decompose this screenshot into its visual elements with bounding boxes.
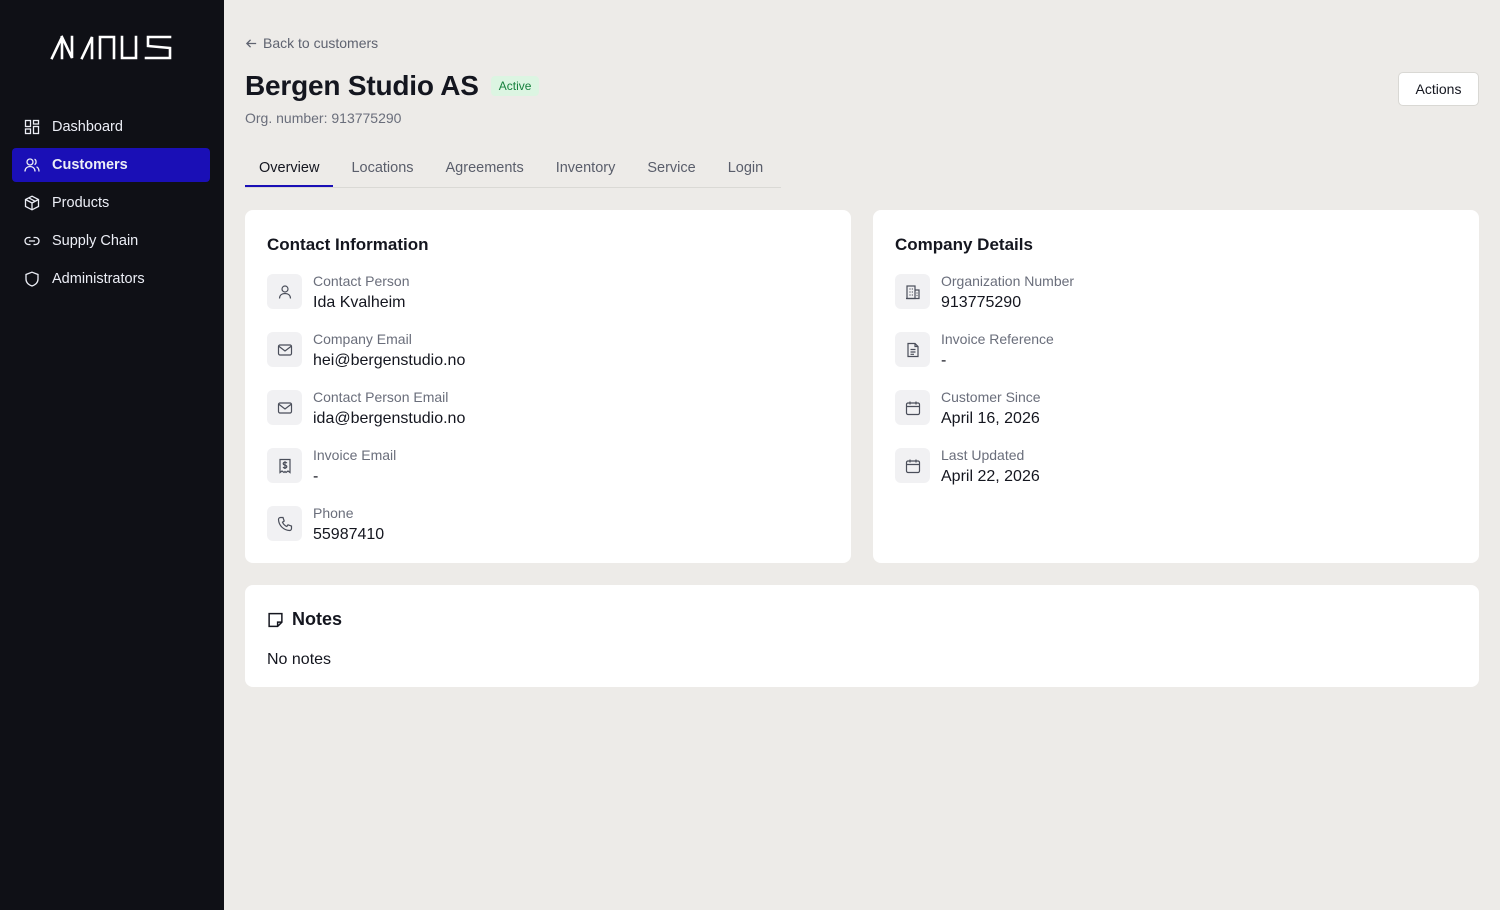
field-label: Invoice Reference <box>941 331 1054 347</box>
sidebar-item-label: Administrators <box>52 271 145 287</box>
phone-field: Phone 55987410 <box>267 504 384 546</box>
sidebar-item-customers[interactable]: Customers <box>12 148 210 182</box>
sidebar-item-administrators[interactable]: Administrators <box>12 262 210 296</box>
sidebar-item-label: Dashboard <box>52 119 123 135</box>
field-label: Customer Since <box>941 389 1041 405</box>
tab-inventory[interactable]: Inventory <box>542 150 630 187</box>
invoice-email-field: Invoice Email - <box>267 446 396 488</box>
invoice-reference-field: Invoice Reference - <box>895 330 1054 372</box>
sidebar-item-label: Supply Chain <box>52 233 139 249</box>
field-value: April 22, 2026 <box>941 468 1040 485</box>
back-label: Back to customers <box>263 35 379 51</box>
link-icon <box>24 233 40 249</box>
field-value: ida@bergenstudio.no <box>313 410 466 427</box>
contact-person-email-field: Contact Person Email ida@bergenstudio.no <box>267 388 465 430</box>
note-icon <box>268 612 283 628</box>
field-label: Organization Number <box>941 273 1075 289</box>
field-label: Company Email <box>313 331 412 347</box>
sidebar-item-dashboard[interactable]: Dashboard <box>12 110 210 144</box>
card-title: Company Details <box>895 235 1033 254</box>
minus-logo[interactable] <box>50 34 174 60</box>
status-badge: Active <box>490 76 540 96</box>
field-value: hei@bergenstudio.no <box>313 352 466 369</box>
field-value: 913775290 <box>941 294 1022 311</box>
notes-card: Notes No notes <box>245 585 1479 687</box>
sidebar: Dashboard Customers Products Supply Chai… <box>0 0 224 910</box>
company-details-card: Company Details Organization Number 91377… <box>873 210 1479 563</box>
field-value: April 16, 2026 <box>941 410 1040 427</box>
contact-person-field: Contact Person Ida Kvalheim <box>267 272 410 314</box>
company-email-field: Company Email hei@bergenstudio.no <box>267 330 465 372</box>
organization-number-field: Organization Number 913775290 <box>895 272 1074 314</box>
sidebar-item-products[interactable]: Products <box>12 186 210 220</box>
mail-icon <box>267 332 302 367</box>
tab-locations[interactable]: Locations <box>337 150 427 187</box>
sidebar-item-label: Products <box>52 195 110 211</box>
document-icon <box>895 332 930 367</box>
field-value: - <box>313 468 319 485</box>
last-updated-field: Last Updated April 22, 2026 <box>895 446 1040 488</box>
notes-empty-text: No notes <box>267 651 332 668</box>
users-icon <box>24 157 40 173</box>
arrow-left-icon <box>245 38 257 48</box>
calendar-icon <box>895 390 930 425</box>
invoice-icon <box>267 448 302 483</box>
contact-information-card: Contact Information Contact Person Ida Kv… <box>245 210 851 563</box>
actions-button[interactable]: Actions <box>1398 72 1479 106</box>
field-label: Contact Person <box>313 273 410 289</box>
sidebar-nav: Dashboard Customers Products Supply Chai… <box>12 110 210 300</box>
customer-since-field: Customer Since April 16, 2026 <box>895 388 1041 430</box>
tab-bar: Overview Locations Agreements Inventory … <box>245 150 782 188</box>
field-label: Last Updated <box>941 447 1025 463</box>
field-value: - <box>941 352 947 369</box>
page-title: Bergen Studio AS <box>245 70 479 101</box>
tab-login[interactable]: Login <box>714 150 777 187</box>
field-value: Ida Kvalheim <box>313 294 406 311</box>
field-value: 55987410 <box>313 526 385 543</box>
dashboard-icon <box>24 119 40 135</box>
field-label: Phone <box>313 505 354 521</box>
mail-icon <box>267 390 302 425</box>
sidebar-item-label: Customers <box>52 157 128 173</box>
main-content: Back to customers Bergen Studio AS Activ… <box>224 0 1500 910</box>
calendar-icon <box>895 448 930 483</box>
box-icon <box>24 195 40 211</box>
back-to-customers-link[interactable]: Back to customers <box>245 35 378 51</box>
notes-header: Notes <box>267 609 342 630</box>
shield-icon <box>24 271 40 287</box>
title-row: Bergen Studio AS Active <box>245 70 540 102</box>
building-icon <box>895 274 930 309</box>
tab-service[interactable]: Service <box>633 150 709 187</box>
phone-icon <box>267 506 302 541</box>
sidebar-item-supply-chain[interactable]: Supply Chain <box>12 224 210 258</box>
tab-overview[interactable]: Overview <box>245 150 334 187</box>
field-label: Invoice Email <box>313 447 397 463</box>
tab-agreements[interactable]: Agreements <box>432 150 538 187</box>
field-label: Contact Person Email <box>313 389 449 405</box>
org-number-line: Org. number: 913775290 <box>245 110 402 126</box>
notes-title: Notes <box>292 609 343 629</box>
user-icon <box>267 274 302 309</box>
card-title: Contact Information <box>267 235 429 254</box>
